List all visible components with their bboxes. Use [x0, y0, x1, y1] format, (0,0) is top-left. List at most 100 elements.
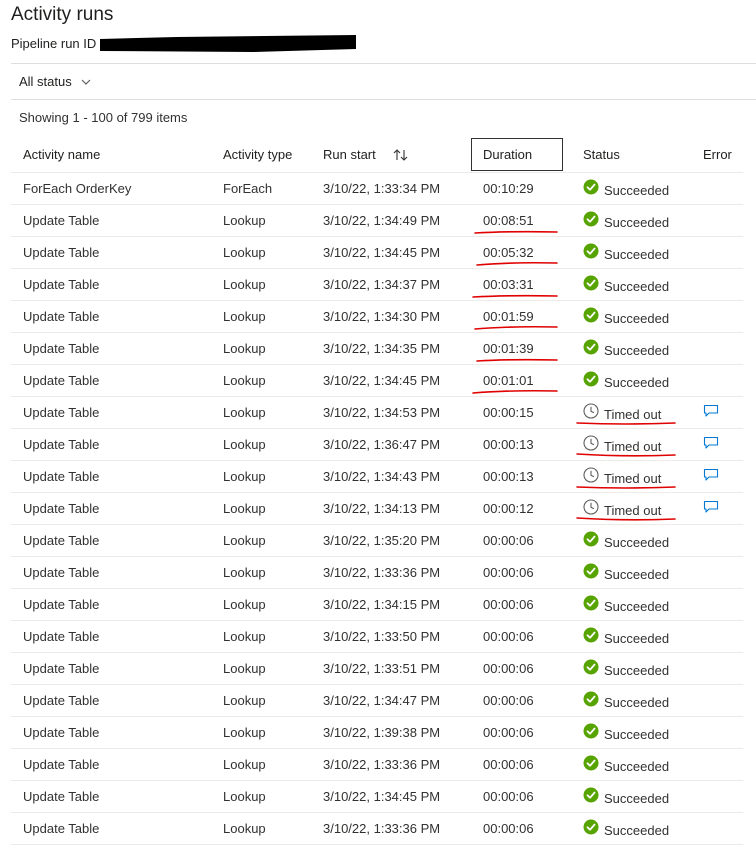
duration-text: 00:00:15 — [483, 405, 534, 420]
table-row[interactable]: Update Table Lookup 3/10/22, 1:33:36 PM 00:… — [11, 748, 743, 781]
table-row[interactable]: Update Table Lookup 3/10/22, 1:33:36 PM 00:… — [11, 812, 743, 845]
error-cell[interactable] — [691, 428, 743, 461]
table-row[interactable]: Update Table Lookup 3/10/22, 1:39:38 PM 00:… — [11, 716, 743, 749]
duration-value: 00:01:59 — [474, 309, 558, 330]
table-row[interactable]: Update Table Lookup 3/10/22, 1:33:36 PM 00:… — [11, 556, 743, 589]
error-message-icon[interactable] — [703, 500, 719, 514]
status-cell: Succeeded — [571, 204, 691, 237]
duration-text: 00:00:12 — [483, 501, 534, 516]
activity-name-cell[interactable]: Update Table — [11, 812, 211, 845]
duration-value: 00:00:06 — [483, 821, 534, 836]
column-header-duration[interactable]: Duration — [471, 137, 571, 173]
table-row[interactable]: Update Table Lookup 3/10/22, 1:34:53 PM 00:… — [11, 396, 743, 429]
status-value: Succeeded — [583, 755, 669, 774]
status-text: Succeeded — [604, 279, 670, 294]
error-cell — [691, 748, 743, 781]
status-value: Succeeded — [583, 659, 669, 678]
table-row[interactable]: Update Table Lookup 3/10/22, 1:36:47 PM 00:… — [11, 428, 743, 461]
column-header-activity-type[interactable]: Activity type — [211, 137, 311, 173]
activity-name-cell[interactable]: Update Table — [11, 332, 211, 365]
error-cell — [691, 652, 743, 685]
activity-name-cell[interactable]: Update Table — [11, 684, 211, 717]
column-header-activity-name[interactable]: Activity name — [11, 137, 211, 173]
activity-name-cell[interactable]: Update Table — [11, 588, 211, 621]
check-circle-icon — [583, 179, 599, 195]
error-cell[interactable] — [691, 396, 743, 429]
activity-type-cell: Lookup — [211, 780, 311, 813]
table-header-row: Activity name Activity type Run start Du… — [11, 137, 743, 173]
divider — [11, 99, 756, 100]
table-row[interactable]: Update Table Lookup 3/10/22, 1:34:49 PM 00:… — [11, 204, 743, 237]
red-underline-annotation — [476, 358, 558, 362]
error-message-icon[interactable] — [703, 404, 719, 418]
duration-value: 00:00:13 — [483, 437, 534, 452]
duration-cell: 00:00:06 — [471, 780, 571, 813]
activity-name-cell[interactable]: Update Table — [11, 780, 211, 813]
activity-type-cell: Lookup — [211, 428, 311, 461]
status-value: Succeeded — [583, 179, 669, 198]
table-row[interactable]: ForEach OrderKey ForEach 3/10/22, 1:33:34 … — [11, 172, 743, 205]
activity-type-cell: Lookup — [211, 236, 311, 269]
red-underline-annotation — [476, 261, 558, 266]
table-row[interactable]: Update Table Lookup 3/10/22, 1:33:50 PM 00:… — [11, 620, 743, 653]
activity-name-cell[interactable]: ForEach OrderKey — [11, 172, 211, 205]
table-row[interactable]: Update Table Lookup 3/10/22, 1:34:47 PM 00:… — [11, 684, 743, 717]
duration-text: 00:00:06 — [483, 725, 534, 740]
table-row[interactable]: Update Table Lookup 3/10/22, 1:34:37 PM 00:… — [11, 268, 743, 301]
table-row[interactable]: Update Table Lookup 3/10/22, 1:34:45 PM 00:… — [11, 364, 743, 397]
table-row[interactable]: Update Table Lookup 3/10/22, 1:35:20 PM 00:… — [11, 524, 743, 557]
column-header-error[interactable]: Error — [691, 137, 743, 173]
check-circle-icon — [583, 787, 599, 803]
activity-name-cell[interactable]: Update Table — [11, 460, 211, 493]
duration-cell: 00:00:13 — [471, 460, 571, 493]
error-message-icon[interactable] — [703, 436, 719, 450]
table-row[interactable]: Update Table Lookup 3/10/22, 1:33:51 PM 00:… — [11, 652, 743, 685]
column-header-status[interactable]: Status — [571, 137, 691, 173]
activity-name-cell[interactable]: Update Table — [11, 716, 211, 749]
activity-name-cell[interactable]: Update Table — [11, 396, 211, 429]
activity-name-cell[interactable]: Update Table — [11, 620, 211, 653]
table-row[interactable]: Update Table Lookup 3/10/22, 1:34:30 PM 00:… — [11, 300, 743, 333]
status-value: Succeeded — [583, 787, 669, 806]
activity-name-cell[interactable]: Update Table — [11, 524, 211, 557]
status-text: Succeeded — [604, 759, 670, 774]
activity-name-cell[interactable]: Update Table — [11, 652, 211, 685]
run-start-cell: 3/10/22, 1:36:47 PM — [311, 428, 471, 461]
status-text: Succeeded — [604, 567, 670, 582]
run-start-cell: 3/10/22, 1:33:36 PM — [311, 748, 471, 781]
table-row[interactable]: Update Table Lookup 3/10/22, 1:34:43 PM 00:… — [11, 460, 743, 493]
activity-name-cell[interactable]: Update Table — [11, 268, 211, 301]
duration-value: 00:00:06 — [483, 757, 534, 772]
activity-name-cell[interactable]: Update Table — [11, 364, 211, 397]
activity-name-cell[interactable]: Update Table — [11, 428, 211, 461]
activity-name-cell[interactable]: Update Table — [11, 492, 211, 525]
duration-value: 00:00:12 — [483, 501, 534, 516]
status-text: Succeeded — [604, 631, 670, 646]
error-cell[interactable] — [691, 460, 743, 493]
activity-name-cell[interactable]: Update Table — [11, 300, 211, 333]
activity-name-cell[interactable]: Update Table — [11, 748, 211, 781]
error-message-icon[interactable] — [703, 468, 719, 482]
sort-icon[interactable] — [393, 148, 409, 162]
status-cell: Succeeded — [571, 684, 691, 717]
activity-type-cell: Lookup — [211, 652, 311, 685]
duration-text: 00:00:06 — [483, 533, 534, 548]
table-row[interactable]: Update Table Lookup 3/10/22, 1:34:15 PM 00:… — [11, 588, 743, 621]
activity-name-cell[interactable]: Update Table — [11, 204, 211, 237]
status-value: Timed out — [576, 435, 676, 457]
table-row[interactable]: Update Table Lookup 3/10/22, 1:34:45 PM 00:… — [11, 780, 743, 813]
status-text: Succeeded — [604, 375, 670, 390]
activity-name-cell[interactable]: Update Table — [11, 556, 211, 589]
duration-text: 00:00:06 — [483, 629, 534, 644]
status-cell: Succeeded — [571, 588, 691, 621]
activity-name-cell[interactable]: Update Table — [11, 236, 211, 269]
column-header-run-start[interactable]: Run start — [311, 137, 471, 173]
error-cell[interactable] — [691, 492, 743, 525]
table-row[interactable]: Update Table Lookup 3/10/22, 1:34:45 PM 00:… — [11, 236, 743, 269]
table-row[interactable]: Update Table Lookup 3/10/22, 1:34:35 PM 00:… — [11, 332, 743, 365]
activity-type-cell: Lookup — [211, 300, 311, 333]
status-filter-dropdown[interactable]: All status — [19, 74, 91, 89]
table-row[interactable]: Update Table Lookup 3/10/22, 1:34:13 PM 00:… — [11, 492, 743, 525]
status-cell: Timed out — [571, 492, 691, 525]
duration-text: 00:01:39 — [483, 341, 534, 356]
